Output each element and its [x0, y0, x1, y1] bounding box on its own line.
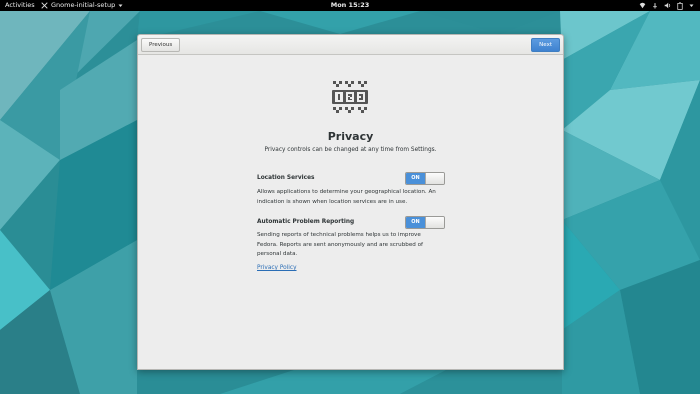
switch-on-label: ON	[406, 217, 425, 228]
clock-label: Mon 15:23	[330, 1, 370, 9]
problem-reporting-switch[interactable]: ON	[405, 216, 445, 229]
header-bar: Previous Next	[138, 35, 563, 55]
next-button[interactable]: Next	[531, 38, 560, 52]
notification-icon	[653, 3, 657, 9]
problem-reporting-description: Sending reports of technical problems he…	[257, 232, 423, 257]
switch-on-label: ON	[406, 173, 425, 184]
privacy-policy-link[interactable]: Privacy Policy	[257, 265, 297, 271]
initial-setup-window: Previous Next Privacy Privacy controls c…	[137, 34, 564, 370]
system-menu-chevron-icon	[689, 4, 694, 7]
volume-icon	[664, 2, 671, 9]
privacy-icon	[332, 80, 368, 114]
switch-knob	[425, 173, 444, 184]
network-icon	[639, 2, 646, 9]
status-area[interactable]	[639, 0, 694, 11]
previous-button[interactable]: Previous	[141, 38, 181, 52]
top-bar: Activities Gnome-initial-setup Mon 15:23	[0, 0, 700, 11]
page-subtitle: Privacy controls can be changed at any t…	[264, 147, 437, 153]
clock[interactable]: Mon 15:23	[0, 0, 700, 11]
problem-reporting-label: Automatic Problem Reporting	[257, 219, 355, 225]
switch-knob	[425, 217, 444, 228]
page-title: Privacy	[327, 130, 374, 143]
battery-icon	[677, 1, 683, 10]
location-services-label: Location Services	[257, 175, 315, 181]
location-services-description: Allows applications to determine your ge…	[257, 189, 436, 205]
location-services-switch[interactable]: ON	[405, 172, 445, 185]
